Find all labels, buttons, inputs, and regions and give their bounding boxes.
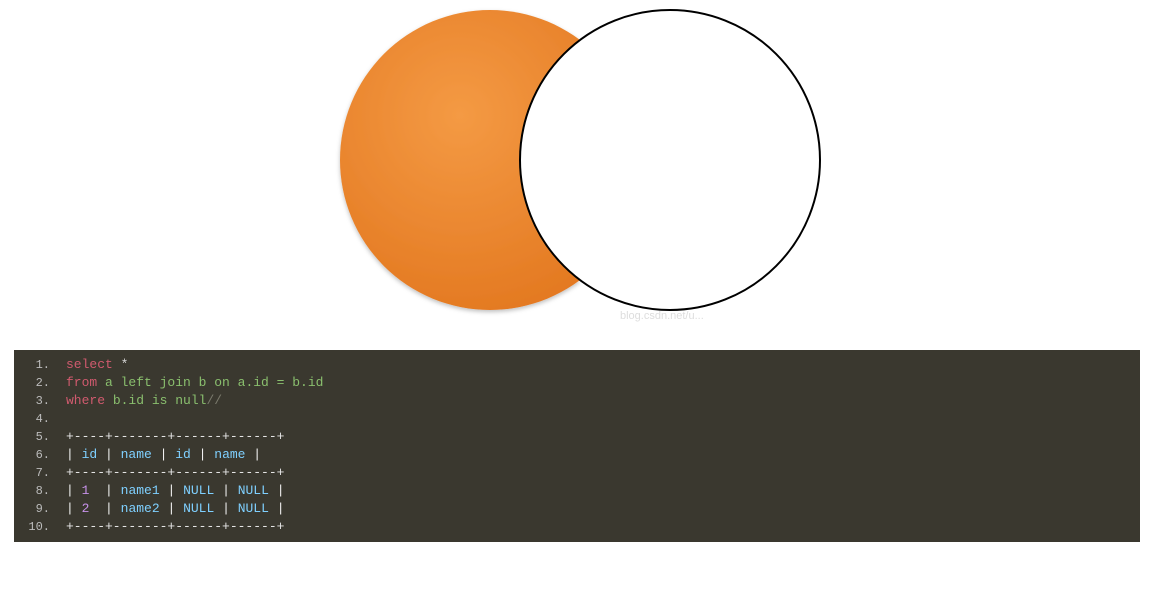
col-id: id xyxy=(82,447,98,462)
code-line-3: 3. where b.id is null// xyxy=(14,392,1140,410)
line-number: 6. xyxy=(14,446,58,464)
line-number: 2. xyxy=(14,374,58,392)
code-line-7: 7. +----+-------+------+------+ xyxy=(14,464,1140,482)
line-number: 1. xyxy=(14,356,58,374)
comment: // xyxy=(206,393,222,408)
code-line-6: 6. | id | name | id | name | xyxy=(14,446,1140,464)
code-block: 1. select * 2. from a left join b on a.i… xyxy=(14,350,1140,542)
line-number: 7. xyxy=(14,464,58,482)
keyword-from: from xyxy=(66,375,97,390)
keyword-where: where xyxy=(66,393,105,408)
code-line-8: 8. | 1 | name1 | NULL | NULL | xyxy=(14,482,1140,500)
watermark: blog.csdn.net/u... xyxy=(620,310,704,322)
col-name: name xyxy=(214,447,245,462)
line-number: 5. xyxy=(14,428,58,446)
code-line-10: 10. +----+-------+------+------+ xyxy=(14,518,1140,536)
code-line-2: 2. from a left join b on a.id = b.id xyxy=(14,374,1140,392)
cell-null: NULL xyxy=(183,483,214,498)
join-clause: a left join b on a.id = b.id xyxy=(97,375,323,390)
venn-diagram: blog.csdn.net/u... xyxy=(0,0,1154,340)
circle-b-outline xyxy=(520,10,820,310)
code-line-9: 9. | 2 | name2 | NULL | NULL | xyxy=(14,500,1140,518)
cell-value: name2 xyxy=(121,501,160,516)
keyword-select: select xyxy=(66,357,113,372)
table-border: +----+-------+------+------+ xyxy=(58,464,284,482)
line-number: 8. xyxy=(14,482,58,500)
line-number: 9. xyxy=(14,500,58,518)
line-number: 4. xyxy=(14,410,58,428)
code-line-5: 5. +----+-------+------+------+ xyxy=(14,428,1140,446)
col-id: id xyxy=(175,447,191,462)
table-border: +----+-------+------+------+ xyxy=(58,428,284,446)
cell-null: NULL xyxy=(183,501,214,516)
line-number: 10. xyxy=(14,518,58,536)
cell-null: NULL xyxy=(238,483,269,498)
cell-null: NULL xyxy=(238,501,269,516)
where-clause: b.id is null xyxy=(105,393,206,408)
line-number: 3. xyxy=(14,392,58,410)
code-line-4: 4. xyxy=(14,410,1140,428)
star: * xyxy=(113,357,129,372)
table-border: +----+-------+------+------+ xyxy=(58,518,284,536)
code-line-1: 1. select * xyxy=(14,356,1140,374)
venn-svg xyxy=(330,0,830,340)
col-name: name xyxy=(121,447,152,462)
cell-value: name1 xyxy=(121,483,160,498)
